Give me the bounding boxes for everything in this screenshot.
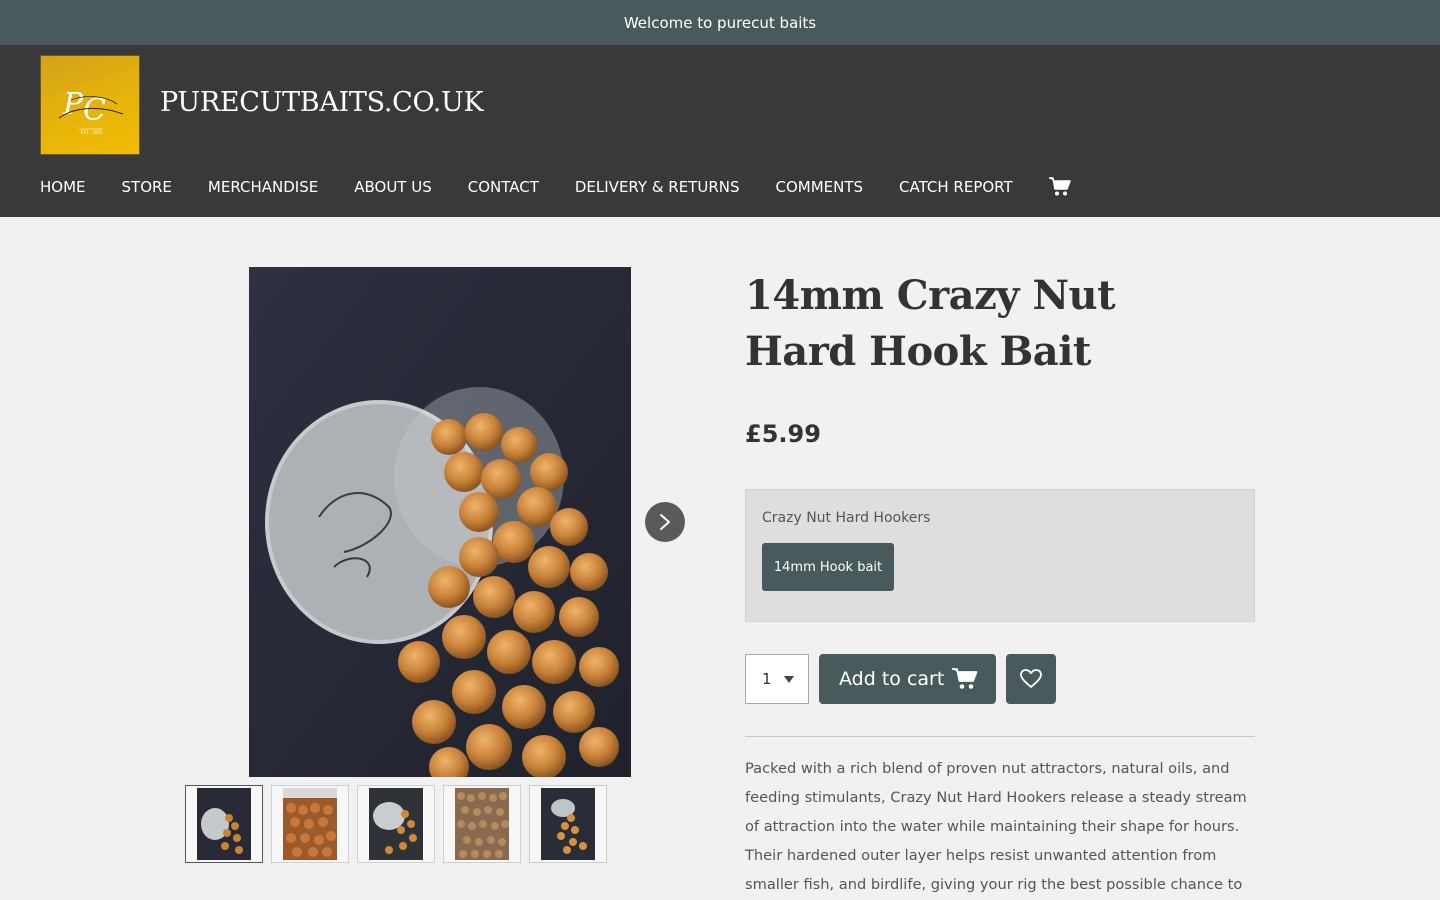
caret-down-icon <box>784 676 794 683</box>
svg-text:EST · 2021: EST · 2021 <box>81 130 103 135</box>
cart-icon[interactable] <box>1048 177 1071 197</box>
thumbnail-4[interactable] <box>443 785 521 863</box>
heart-icon <box>1020 669 1042 688</box>
thumbnail-jar-photo-icon <box>197 788 251 860</box>
quantity-select[interactable]: 1 <box>745 654 809 704</box>
thumbnail-2[interactable] <box>271 785 349 863</box>
product-description: Packed with a rich blend of proven nut a… <box>745 760 1247 893</box>
thumbnail-boilies-photo-icon <box>283 788 337 860</box>
gallery-next-button[interactable] <box>645 502 685 542</box>
variant-option-button[interactable]: 14mm Hook bait <box>762 543 894 591</box>
thumbnail-pile-photo-icon <box>455 788 509 860</box>
add-to-cart-button[interactable]: Add to cart <box>819 654 996 704</box>
product-price: £5.99 <box>745 420 821 448</box>
nav-item-merchandise[interactable]: MERCHANDISE <box>208 178 318 196</box>
announcement-bar: Welcome to purecut baits <box>0 0 1440 45</box>
gallery-thumbnails <box>185 785 615 863</box>
main-nav: HOME STORE MERCHANDISE ABOUT US CONTACT … <box>40 175 1071 199</box>
svg-text:P: P <box>62 87 84 122</box>
product-title: 14mm Crazy Nut Hard Hook Bait <box>745 272 1116 375</box>
nav-item-store[interactable]: STORE <box>122 178 172 196</box>
site-title[interactable]: PURECUTBAITS.CO.UK <box>160 87 484 118</box>
divider <box>745 736 1255 737</box>
nav-item-catch-report[interactable]: CATCH REPORT <box>899 178 1013 196</box>
nav-item-contact[interactable]: CONTACT <box>468 178 539 196</box>
nav-item-about-us[interactable]: ABOUT US <box>354 178 432 196</box>
nav-item-comments[interactable]: COMMENTS <box>776 178 864 196</box>
thumbnail-spill-photo-icon <box>541 788 595 860</box>
variant-label: Crazy Nut Hard Hookers <box>762 510 931 526</box>
variant-selector: Crazy Nut Hard Hookers 14mm Hook bait <box>745 489 1255 622</box>
thumbnail-3[interactable] <box>357 785 435 863</box>
wishlist-button[interactable] <box>1006 654 1056 704</box>
quantity-value: 1 <box>762 670 772 688</box>
jar-of-boilies-photo-icon <box>249 267 631 777</box>
cart-icon <box>952 668 978 689</box>
chevron-right-icon <box>660 514 670 530</box>
add-to-cart-label: Add to cart <box>839 668 945 690</box>
thumbnail-1[interactable] <box>185 785 263 863</box>
thumbnail-5[interactable] <box>529 785 607 863</box>
announcement-text: Welcome to purecut baits <box>623 13 817 32</box>
product-main-image[interactable] <box>249 267 631 777</box>
pc-monogram-logo-icon: P C EST · 2021 <box>58 87 124 135</box>
site-logo[interactable]: P C EST · 2021 <box>40 55 140 155</box>
site-header: P C EST · 2021 PURECUTBAITS.CO.UK HOME S… <box>0 45 1440 217</box>
thumbnail-open-jar-photo-icon <box>369 788 423 860</box>
nav-item-home[interactable]: HOME <box>40 178 86 196</box>
nav-item-delivery-returns[interactable]: DELIVERY & RETURNS <box>575 178 740 196</box>
svg-text:C: C <box>83 93 106 128</box>
